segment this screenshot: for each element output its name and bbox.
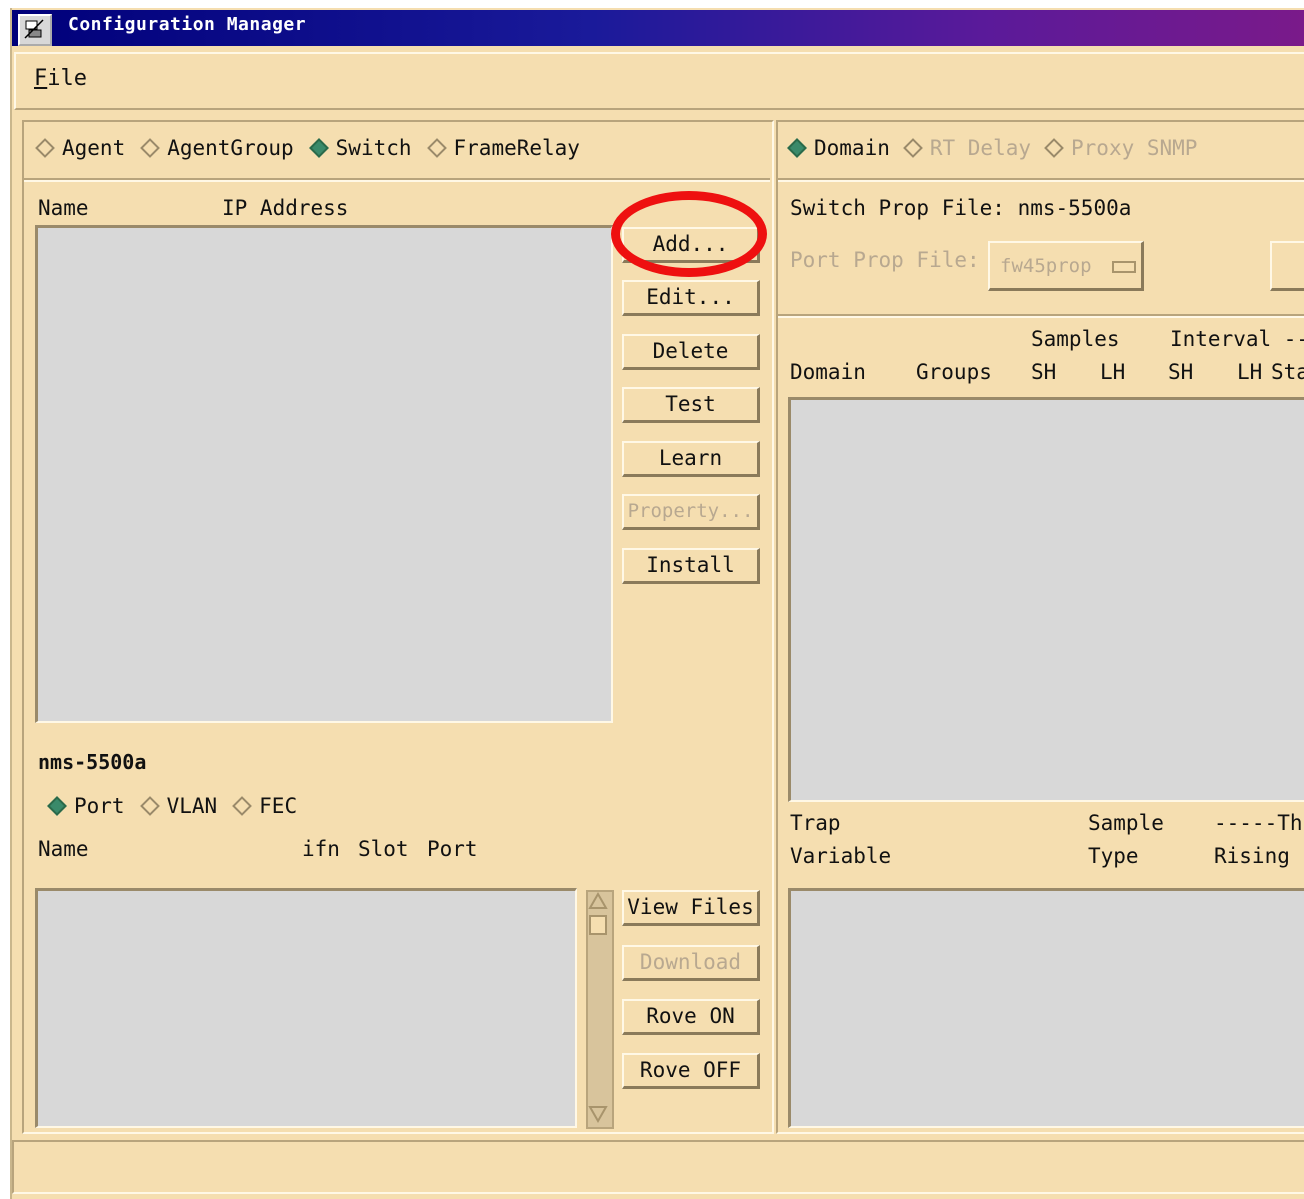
divider bbox=[778, 178, 1304, 182]
port-col-name: Name bbox=[38, 837, 89, 861]
col-header-trap: Trap bbox=[790, 811, 841, 835]
radio-diamond-selected-icon bbox=[308, 138, 329, 158]
title-bar[interactable]: Configuration Manager bbox=[12, 10, 1304, 46]
col-header-sh-interval: SH bbox=[1168, 360, 1194, 384]
col-header-sh: SH bbox=[1031, 360, 1057, 384]
col-header-rising: Rising bbox=[1214, 844, 1290, 868]
col-header-type: Type bbox=[1088, 844, 1139, 868]
radio-diamond-icon bbox=[1044, 138, 1064, 158]
window-title: Configuration Manager bbox=[68, 14, 307, 35]
port-list-scrollbar[interactable] bbox=[586, 890, 614, 1129]
domain-list[interactable] bbox=[788, 397, 1304, 802]
col-header-lh-interval: LH bbox=[1237, 360, 1263, 384]
radio-port[interactable]: Port bbox=[47, 794, 125, 818]
radio-diamond-icon bbox=[902, 138, 923, 158]
learn-button[interactable]: Learn bbox=[622, 441, 760, 477]
col-header-ip: IP Address bbox=[222, 196, 349, 220]
agent-type-radio-group: Agent AgentGroup Switch FrameRelay bbox=[35, 136, 580, 160]
port-type-radio-group: Port VLAN FEC bbox=[47, 794, 297, 818]
menu-file[interactable]: File bbox=[34, 66, 87, 91]
highlight-circle bbox=[611, 191, 767, 277]
port-col-ifn: ifn bbox=[302, 837, 340, 861]
radio-diamond-icon bbox=[426, 138, 447, 158]
radio-domain[interactable]: Domain bbox=[787, 136, 890, 160]
radio-diamond-selected-icon bbox=[47, 796, 67, 816]
radio-diamond-selected-icon bbox=[787, 138, 807, 158]
install-button[interactable]: Install bbox=[622, 548, 760, 584]
col-header-sample: Sample bbox=[1088, 811, 1164, 835]
download-button[interactable]: Download bbox=[622, 945, 760, 981]
col-header-interval: Interval --- bbox=[1170, 327, 1304, 351]
agent-list[interactable] bbox=[35, 225, 613, 723]
radio-switch[interactable]: Switch bbox=[308, 136, 412, 160]
delete-button[interactable]: Delete bbox=[622, 334, 760, 370]
rove-off-button[interactable]: Rove OFF bbox=[622, 1053, 760, 1089]
col-header-samples: Samples bbox=[1031, 327, 1120, 351]
menu-bar bbox=[14, 52, 1304, 110]
radio-framerelay[interactable]: FrameRelay bbox=[426, 136, 580, 160]
port-prop-value: fw45prop bbox=[1000, 255, 1092, 277]
radio-agentgroup[interactable]: AgentGroup bbox=[140, 136, 294, 160]
rove-on-button[interactable]: Rove ON bbox=[622, 999, 760, 1035]
selected-device-label: nms-5500a bbox=[38, 750, 147, 774]
divider bbox=[778, 314, 1304, 318]
port-prop-label: Port Prop File: bbox=[790, 248, 980, 272]
window-menu-icon[interactable] bbox=[18, 14, 52, 46]
menu-file-label: File bbox=[34, 66, 87, 91]
port-prop-dropdown[interactable]: fw45prop bbox=[988, 241, 1144, 291]
col-header-sta: Sta bbox=[1271, 360, 1304, 384]
radio-fec[interactable]: FEC bbox=[232, 794, 297, 818]
radio-proxy-snmp[interactable]: Proxy SNMP bbox=[1044, 136, 1197, 160]
switch-prop-value: nms-5500a bbox=[1017, 196, 1132, 220]
divider bbox=[24, 178, 770, 182]
status-bar bbox=[12, 1140, 1304, 1194]
radio-diamond-icon bbox=[139, 796, 160, 816]
property-button[interactable]: Property... bbox=[622, 494, 760, 530]
switch-prop-label: Switch Prop File: nms-5500a bbox=[790, 196, 1132, 220]
mode-radio-group: Domain RT Delay Proxy SNMP bbox=[787, 136, 1197, 160]
dropdown-indicator-icon bbox=[1112, 261, 1136, 273]
col-header-name: Name bbox=[38, 196, 89, 220]
port-list[interactable] bbox=[35, 888, 577, 1128]
trap-list[interactable] bbox=[788, 888, 1304, 1128]
radio-diamond-icon bbox=[232, 796, 253, 816]
view-files-button[interactable]: View Files bbox=[622, 890, 760, 926]
radio-agent[interactable]: Agent bbox=[35, 136, 125, 160]
col-header-lh: LH bbox=[1100, 360, 1126, 384]
port-col-port: Port bbox=[427, 837, 478, 861]
col-header-domain: Domain bbox=[790, 360, 866, 384]
col-header-variable: Variable bbox=[790, 844, 892, 868]
radio-rt-delay[interactable]: RT Delay bbox=[902, 136, 1031, 160]
col-header-groups: Groups bbox=[916, 360, 992, 384]
col-header-threshold: -----Thr bbox=[1214, 811, 1304, 835]
radio-vlan[interactable]: VLAN bbox=[139, 794, 217, 818]
radio-diamond-icon bbox=[35, 138, 55, 158]
test-button[interactable]: Test bbox=[622, 387, 760, 423]
port-col-slot: Slot bbox=[358, 837, 409, 861]
edit-button[interactable]: Edit... bbox=[622, 280, 760, 316]
right-edge-button[interactable] bbox=[1270, 241, 1304, 291]
radio-diamond-icon bbox=[140, 138, 161, 158]
